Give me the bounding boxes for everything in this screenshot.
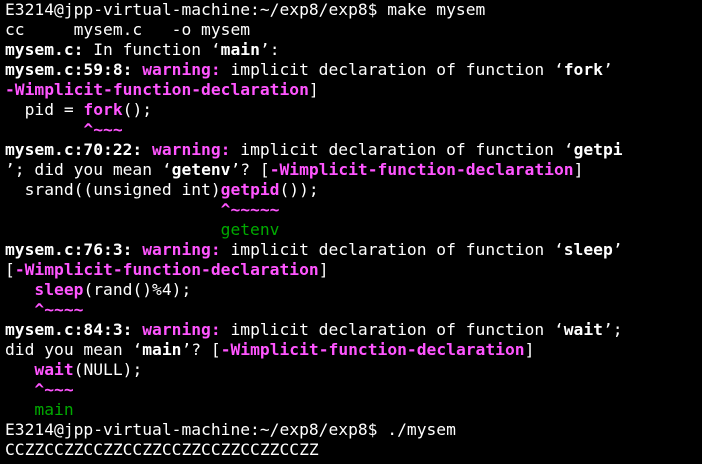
terminal-text-segment: main	[142, 340, 182, 359]
terminal-text-segment: pid =	[5, 100, 84, 119]
terminal-line: did you mean ‘main’? [-Wimplicit-functio…	[5, 340, 702, 360]
terminal-text-segment: E3214@jpp-virtual-machine:~/exp8/exp8$ m…	[5, 0, 486, 19]
terminal-text-segment: mysem.c:59:8:	[5, 60, 143, 79]
terminal-text-segment: wait	[563, 320, 603, 339]
terminal-text-segment: getenv	[5, 220, 280, 239]
terminal-text-segment: ^~~~~	[5, 300, 84, 319]
terminal-line: ^~~~~~	[5, 200, 702, 220]
terminal-text-segment: ‘	[563, 140, 574, 159]
terminal-text-segment: getpid	[220, 180, 280, 199]
terminal-text-segment: getpi	[573, 140, 623, 159]
terminal-text-segment: ’;	[602, 320, 623, 339]
terminal-text-segment: ’? [	[230, 160, 270, 179]
terminal-text-segment: cc mysem.c -o mysem	[5, 20, 251, 39]
terminal-line: E3214@jpp-virtual-machine:~/exp8/exp8$ m…	[5, 0, 702, 20]
terminal-line: pid = fork();	[5, 100, 702, 120]
terminal-text-segment: warning:	[142, 60, 221, 79]
terminal-text-segment: sleep	[563, 240, 613, 259]
terminal-text-segment: ‘	[210, 40, 221, 59]
terminal-line: wait(NULL);	[5, 360, 702, 380]
terminal-line: mysem.c:84:3: warning: implicit declarat…	[5, 320, 702, 340]
terminal-text-segment: did you mean	[5, 340, 133, 359]
terminal-text-segment: -Wimplicit-function-declaration	[220, 340, 525, 359]
terminal-text-segment: srand((unsigned int)	[5, 180, 221, 199]
terminal-text-segment: ();	[122, 100, 153, 119]
terminal-text-segment: fork	[563, 60, 603, 79]
terminal-line: mysem.c: In function ‘main’:	[5, 40, 702, 60]
terminal-line: srand((unsigned int)getpid());	[5, 180, 702, 200]
terminal-text-segment: ’? [	[181, 340, 221, 359]
terminal-line: [-Wimplicit-function-declaration]	[5, 260, 702, 280]
terminal-text-segment: ‘	[553, 320, 564, 339]
terminal-text-segment: ’	[612, 240, 623, 259]
terminal-text-segment: ^~~~	[5, 120, 123, 139]
terminal-text-segment: CCZZCCZZCCZZCCZZCCZZCCZZCCZZCCZZ	[5, 440, 319, 459]
terminal-text-segment: ());	[279, 180, 319, 199]
terminal-text-segment: ’:	[259, 40, 280, 59]
terminal-text-segment: ^~~~~~	[5, 200, 280, 219]
terminal-line: ’; did you mean ‘getenv’? [-Wimplicit-fu…	[5, 160, 702, 180]
terminal-text-segment: mysem.c:70:22:	[5, 140, 153, 159]
terminal-text-segment: mysem.c:	[5, 40, 84, 59]
terminal-line: sleep(rand()%4);	[5, 280, 702, 300]
terminal-line: -Wimplicit-function-declaration]	[5, 80, 702, 100]
terminal-text-segment: (NULL);	[73, 360, 143, 379]
terminal-text-segment: getenv	[171, 160, 231, 179]
terminal-line: ^~~~~	[5, 300, 702, 320]
terminal-text-segment: ^~~~	[5, 380, 74, 399]
terminal-text-segment: implicit declaration of function	[220, 320, 554, 339]
terminal-line: mysem.c:70:22: warning: implicit declara…	[5, 140, 702, 160]
terminal-line: mysem.c:59:8: warning: implicit declarat…	[5, 60, 702, 80]
terminal-text-segment: mysem.c:76:3:	[5, 240, 143, 259]
terminal-line: ^~~~	[5, 120, 702, 140]
terminal-text-segment: -Wimplicit-function-declaration	[14, 260, 319, 279]
terminal-text-segment: main	[5, 400, 74, 419]
terminal-text-segment: sleep	[34, 280, 84, 299]
terminal-text-segment: ]	[524, 340, 535, 359]
terminal-line: CCZZCCZZCCZZCCZZCCZZCCZZCCZZCCZZ	[5, 440, 702, 460]
terminal-text-segment: warning:	[152, 140, 231, 159]
terminal-text-segment: mysem.c:84:3:	[5, 320, 143, 339]
terminal-text-segment: implicit declaration of function	[230, 140, 564, 159]
terminal-text-segment: -Wimplicit-function-declaration	[5, 80, 309, 99]
terminal-line: mysem.c:76:3: warning: implicit declarat…	[5, 240, 702, 260]
terminal-text-segment: fork	[83, 100, 123, 119]
terminal-line: cc mysem.c -o mysem	[5, 20, 702, 40]
terminal-text-segment: E3214@jpp-virtual-machine:~/exp8/exp8$ .…	[5, 420, 456, 439]
terminal-line: ^~~~	[5, 380, 702, 400]
terminal-text-segment: ‘	[553, 240, 564, 259]
terminal-window[interactable]: E3214@jpp-virtual-machine:~/exp8/exp8$ m…	[0, 0, 702, 464]
terminal-text-segment: (rand()%4);	[83, 280, 192, 299]
terminal-text-segment: warning:	[142, 240, 221, 259]
terminal-text-segment: ]	[318, 260, 329, 279]
terminal-text-segment: [	[5, 260, 15, 279]
terminal-text-segment: In function	[83, 40, 211, 59]
terminal-text-segment: ‘	[553, 60, 564, 79]
terminal-text-segment: warning:	[142, 320, 221, 339]
terminal-text-segment: ‘	[132, 340, 143, 359]
terminal-text-segment: -Wimplicit-function-declaration	[269, 160, 574, 179]
terminal-text-segment: wait	[34, 360, 74, 379]
terminal-line: getenv	[5, 220, 702, 240]
terminal-text-segment: ’	[602, 60, 613, 79]
terminal-text-segment: implicit declaration of function	[220, 60, 554, 79]
terminal-text-segment: ’; did you mean	[5, 160, 162, 179]
terminal-text-segment: ‘	[161, 160, 172, 179]
terminal-text-segment: ]	[573, 160, 584, 179]
terminal-line: main	[5, 400, 702, 420]
terminal-text-segment: ]	[308, 80, 319, 99]
terminal-text-segment: main	[220, 40, 260, 59]
terminal-line: E3214@jpp-virtual-machine:~/exp8/exp8$ .…	[5, 420, 702, 440]
terminal-text-segment: implicit declaration of function	[220, 240, 554, 259]
